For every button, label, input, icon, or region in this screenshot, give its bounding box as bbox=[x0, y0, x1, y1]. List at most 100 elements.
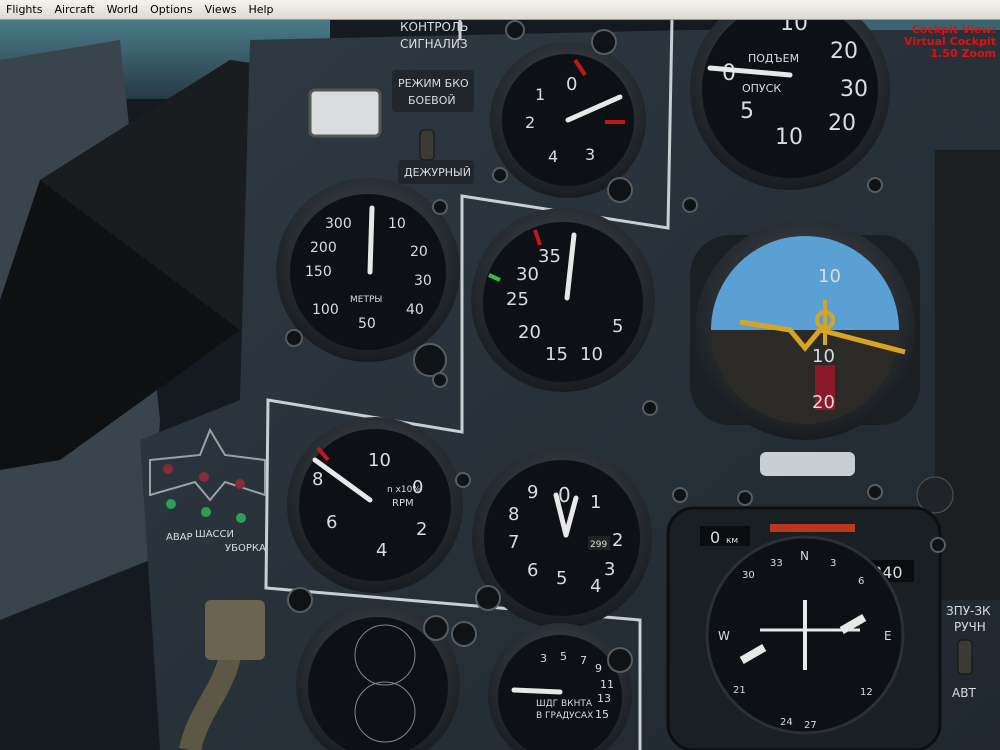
attitude-adjust-knob[interactable] bbox=[916, 476, 954, 514]
clock-counter: 299 bbox=[590, 540, 607, 550]
view-info-line3: 1.50 Zoom bbox=[930, 47, 996, 60]
menu-options[interactable]: Options bbox=[144, 0, 198, 19]
altimeter-tick: 150 bbox=[305, 264, 332, 280]
rpm-gauge: 10 8 0 6 2 4 n x10% RPM bbox=[287, 417, 463, 593]
airspeed-tick: 35 bbox=[538, 246, 561, 267]
altimeter-tick: 10 bbox=[388, 216, 406, 232]
screw bbox=[672, 487, 688, 503]
screw bbox=[432, 372, 448, 388]
flap-tick: 15 bbox=[595, 708, 609, 721]
clock-tick: 8 bbox=[508, 504, 519, 525]
hsi-distance-window bbox=[700, 526, 750, 546]
gear-lamp-nose-red bbox=[199, 472, 209, 482]
airspeed-tick: 5 bbox=[612, 316, 623, 337]
screw bbox=[737, 490, 753, 506]
label-dezhurny: ДЕЖУРНЫЙ bbox=[404, 166, 471, 179]
screw bbox=[285, 329, 303, 347]
altimeter-tick: 50 bbox=[358, 316, 376, 332]
clock-tick: 3 bbox=[604, 559, 615, 580]
gear-lamp-right-red bbox=[235, 479, 245, 489]
screw bbox=[432, 199, 448, 215]
screw bbox=[607, 647, 633, 673]
label-uborka: УБОРКА bbox=[225, 543, 266, 554]
label-avar: АВАР bbox=[166, 532, 193, 543]
hsi-tick: W bbox=[718, 629, 730, 643]
label-zpu: ЗПУ-ЗК bbox=[946, 604, 991, 618]
mode-toggle-switch[interactable] bbox=[419, 129, 435, 161]
attitude-tick: 10 bbox=[812, 346, 835, 367]
g-meter-tick: 0 bbox=[566, 74, 577, 95]
hsi-distance-unit: км bbox=[726, 536, 738, 546]
airspeed-tick: 30 bbox=[516, 264, 539, 285]
hsi-tick: 12 bbox=[860, 687, 873, 698]
hsi-tick: 6 bbox=[858, 576, 864, 587]
screw bbox=[451, 621, 477, 647]
vsi-label-down: ОПУСК bbox=[742, 82, 781, 95]
screw bbox=[607, 177, 633, 203]
altimeter-tick: 200 bbox=[310, 240, 337, 256]
label-shassi: ШАССИ bbox=[195, 529, 234, 540]
rpm-unit-top: n x10% bbox=[387, 485, 421, 495]
menu-aircraft[interactable]: Aircraft bbox=[48, 0, 100, 19]
altimeter-tick: 40 bbox=[406, 302, 424, 318]
hsi-warning-flag bbox=[770, 524, 855, 532]
gear-lamp-nose-green bbox=[201, 507, 211, 517]
zpu-toggle-switch[interactable] bbox=[957, 639, 973, 675]
label-boevoy: БОЕВОЙ bbox=[408, 94, 456, 107]
label-signaliz: СИГНАЛИЗ bbox=[400, 37, 468, 51]
screw bbox=[413, 343, 447, 377]
hsi-tick: 33 bbox=[770, 558, 783, 569]
screw bbox=[642, 400, 658, 416]
hsi-gauge: 0 км 340 30 33 N 3 6 W 21 24 27 E 12 bbox=[666, 506, 942, 750]
warning-lamp bbox=[308, 88, 382, 138]
flap-title-line1: ШДГ ВКНТА bbox=[536, 699, 593, 709]
screw bbox=[492, 167, 508, 183]
vsi-tick: 10 bbox=[775, 125, 803, 150]
hsi-tick: N bbox=[800, 549, 809, 563]
view-info: Cockpit View: Virtual Cockpit 1.50 Zoom bbox=[904, 24, 996, 60]
screw bbox=[930, 537, 946, 553]
screw bbox=[475, 585, 501, 611]
airspeed-tick: 25 bbox=[506, 289, 529, 310]
hsi-tick: E bbox=[884, 629, 892, 643]
gear-lamp-left-red bbox=[163, 464, 173, 474]
menu-world[interactable]: World bbox=[101, 0, 145, 19]
rpm-tick: 8 bbox=[312, 469, 323, 490]
vsi-tick: 20 bbox=[828, 111, 856, 136]
rpm-tick: 4 bbox=[376, 540, 387, 561]
altimeter-tick: 300 bbox=[325, 216, 352, 232]
label-kontrol: КОНТРОЛЬ bbox=[400, 20, 468, 34]
label-avt: АВТ bbox=[952, 686, 976, 700]
label-ruchn: РУЧН bbox=[954, 620, 986, 634]
menu-flights[interactable]: Flights bbox=[0, 0, 48, 19]
airspeed-gauge: 35 30 25 20 15 10 5 bbox=[471, 208, 655, 392]
hsi-distance: 0 bbox=[710, 528, 720, 547]
altimeter-unit: МЕТРЫ bbox=[350, 295, 382, 305]
rpm-tick: 2 bbox=[416, 519, 427, 540]
airspeed-tick: 15 bbox=[545, 344, 568, 365]
clock-tick: 1 bbox=[590, 492, 601, 513]
screw bbox=[867, 484, 883, 500]
screw bbox=[867, 177, 883, 193]
g-meter-tick: 4 bbox=[548, 147, 558, 166]
right-frame bbox=[935, 150, 1000, 600]
screw bbox=[423, 615, 449, 641]
g-meter-tick: 1 bbox=[535, 85, 545, 104]
hsi-tick: 30 bbox=[742, 570, 755, 581]
altimeter-tick: 100 bbox=[312, 302, 339, 318]
menu-help[interactable]: Help bbox=[242, 0, 279, 19]
vsi-label-up: ПОДЪЕМ bbox=[748, 52, 799, 65]
g-meter-tick: 3 bbox=[585, 145, 595, 164]
hsi-tick: 3 bbox=[830, 558, 836, 569]
vsi-tick: 5 bbox=[740, 99, 754, 124]
airspeed-tick: 10 bbox=[580, 344, 603, 365]
clock-tick: 4 bbox=[590, 576, 601, 597]
menu-views[interactable]: Views bbox=[199, 0, 243, 19]
altimeter-tick: 20 bbox=[410, 244, 428, 260]
flap-tick: 3 bbox=[540, 652, 547, 665]
flap-tick: 9 bbox=[595, 662, 602, 675]
flap-tick: 7 bbox=[580, 654, 587, 667]
screw bbox=[287, 587, 313, 613]
clock-tick: 7 bbox=[508, 532, 519, 553]
cockpit-scene: КОНТРОЛЬ СИГНАЛИЗ РЕЖИМ БКО БОЕВОЙ ДЕЖУР… bbox=[0, 19, 1000, 750]
